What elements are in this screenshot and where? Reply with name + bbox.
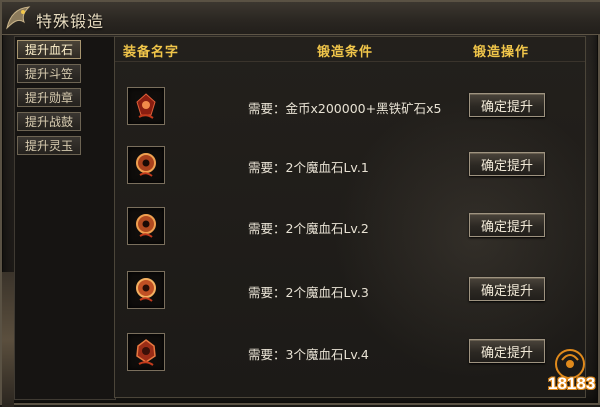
table-row: 需要：金币x200000+黑铁矿石x5 确定提升: [115, 87, 585, 143]
blood-stone-icon: [136, 214, 156, 238]
table-row: 需要：3个魔血石Lv.4 确定提升: [115, 333, 585, 389]
item-slot[interactable]: [127, 271, 165, 309]
blood-stone-icon: [136, 93, 156, 119]
item-slot[interactable]: [127, 87, 165, 125]
tab-upgrade-spirit-jade[interactable]: 提升灵玉: [17, 136, 81, 155]
forge-condition: 需要：2个魔血石Lv.3: [248, 285, 369, 300]
item-slot[interactable]: [127, 207, 165, 245]
blood-stone-icon: [136, 278, 156, 302]
item-slot[interactable]: [127, 333, 165, 371]
header-forge-action: 锻造操作: [473, 45, 530, 60]
blood-stone-icon: [136, 153, 156, 177]
table-row: 需要：2个魔血石Lv.1 确定提升: [115, 146, 585, 202]
confirm-upgrade-button[interactable]: 确定提升: [469, 213, 545, 237]
header-equipment-name: 装备名字: [123, 45, 180, 60]
tab-upgrade-war-drum[interactable]: 提升战鼓: [17, 112, 81, 131]
forge-table: 装备名字 锻造条件 锻造操作 需要：金币x200000+黑铁矿石x5 确定提升: [114, 36, 586, 398]
window-title: 特殊锻造: [36, 12, 105, 31]
item-slot[interactable]: [127, 146, 165, 184]
header-forge-condition: 锻造条件: [317, 45, 374, 60]
tab-upgrade-hat[interactable]: 提升斗笠: [17, 64, 81, 83]
confirm-upgrade-button[interactable]: 确定提升: [469, 277, 545, 301]
forge-condition: 需要：3个魔血石Lv.4: [248, 347, 369, 362]
table-header: 装备名字 锻造条件 锻造操作: [115, 37, 585, 62]
forge-window: 特殊锻造 提升血石 提升斗笠 提升勋章 提升战鼓 提升灵玉 装备名字 锻造条件 …: [0, 0, 600, 407]
table-row: 需要：2个魔血石Lv.2 确定提升: [115, 207, 585, 263]
tab-upgrade-medal[interactable]: 提升勋章: [17, 88, 81, 107]
confirm-upgrade-button[interactable]: 确定提升: [469, 93, 545, 117]
table-row: 需要：2个魔血石Lv.3 确定提升: [115, 271, 585, 327]
forge-condition: 需要：2个魔血石Lv.1: [248, 160, 369, 175]
dragon-ornament-icon: [6, 6, 31, 30]
watermark-text: 18183: [548, 374, 596, 393]
forge-condition: 需要：金币x200000+黑铁矿石x5: [248, 101, 442, 116]
tab-upgrade-blood-stone[interactable]: 提升血石: [17, 40, 81, 59]
title-bar: 特殊锻造: [2, 2, 600, 35]
blood-stone-icon: [136, 339, 156, 366]
sidebar: 提升血石 提升斗笠 提升勋章 提升战鼓 提升灵玉: [14, 36, 116, 400]
frame-ornament: [2, 272, 14, 407]
confirm-upgrade-button[interactable]: 确定提升: [469, 152, 545, 176]
forge-condition: 需要：2个魔血石Lv.2: [248, 221, 369, 236]
